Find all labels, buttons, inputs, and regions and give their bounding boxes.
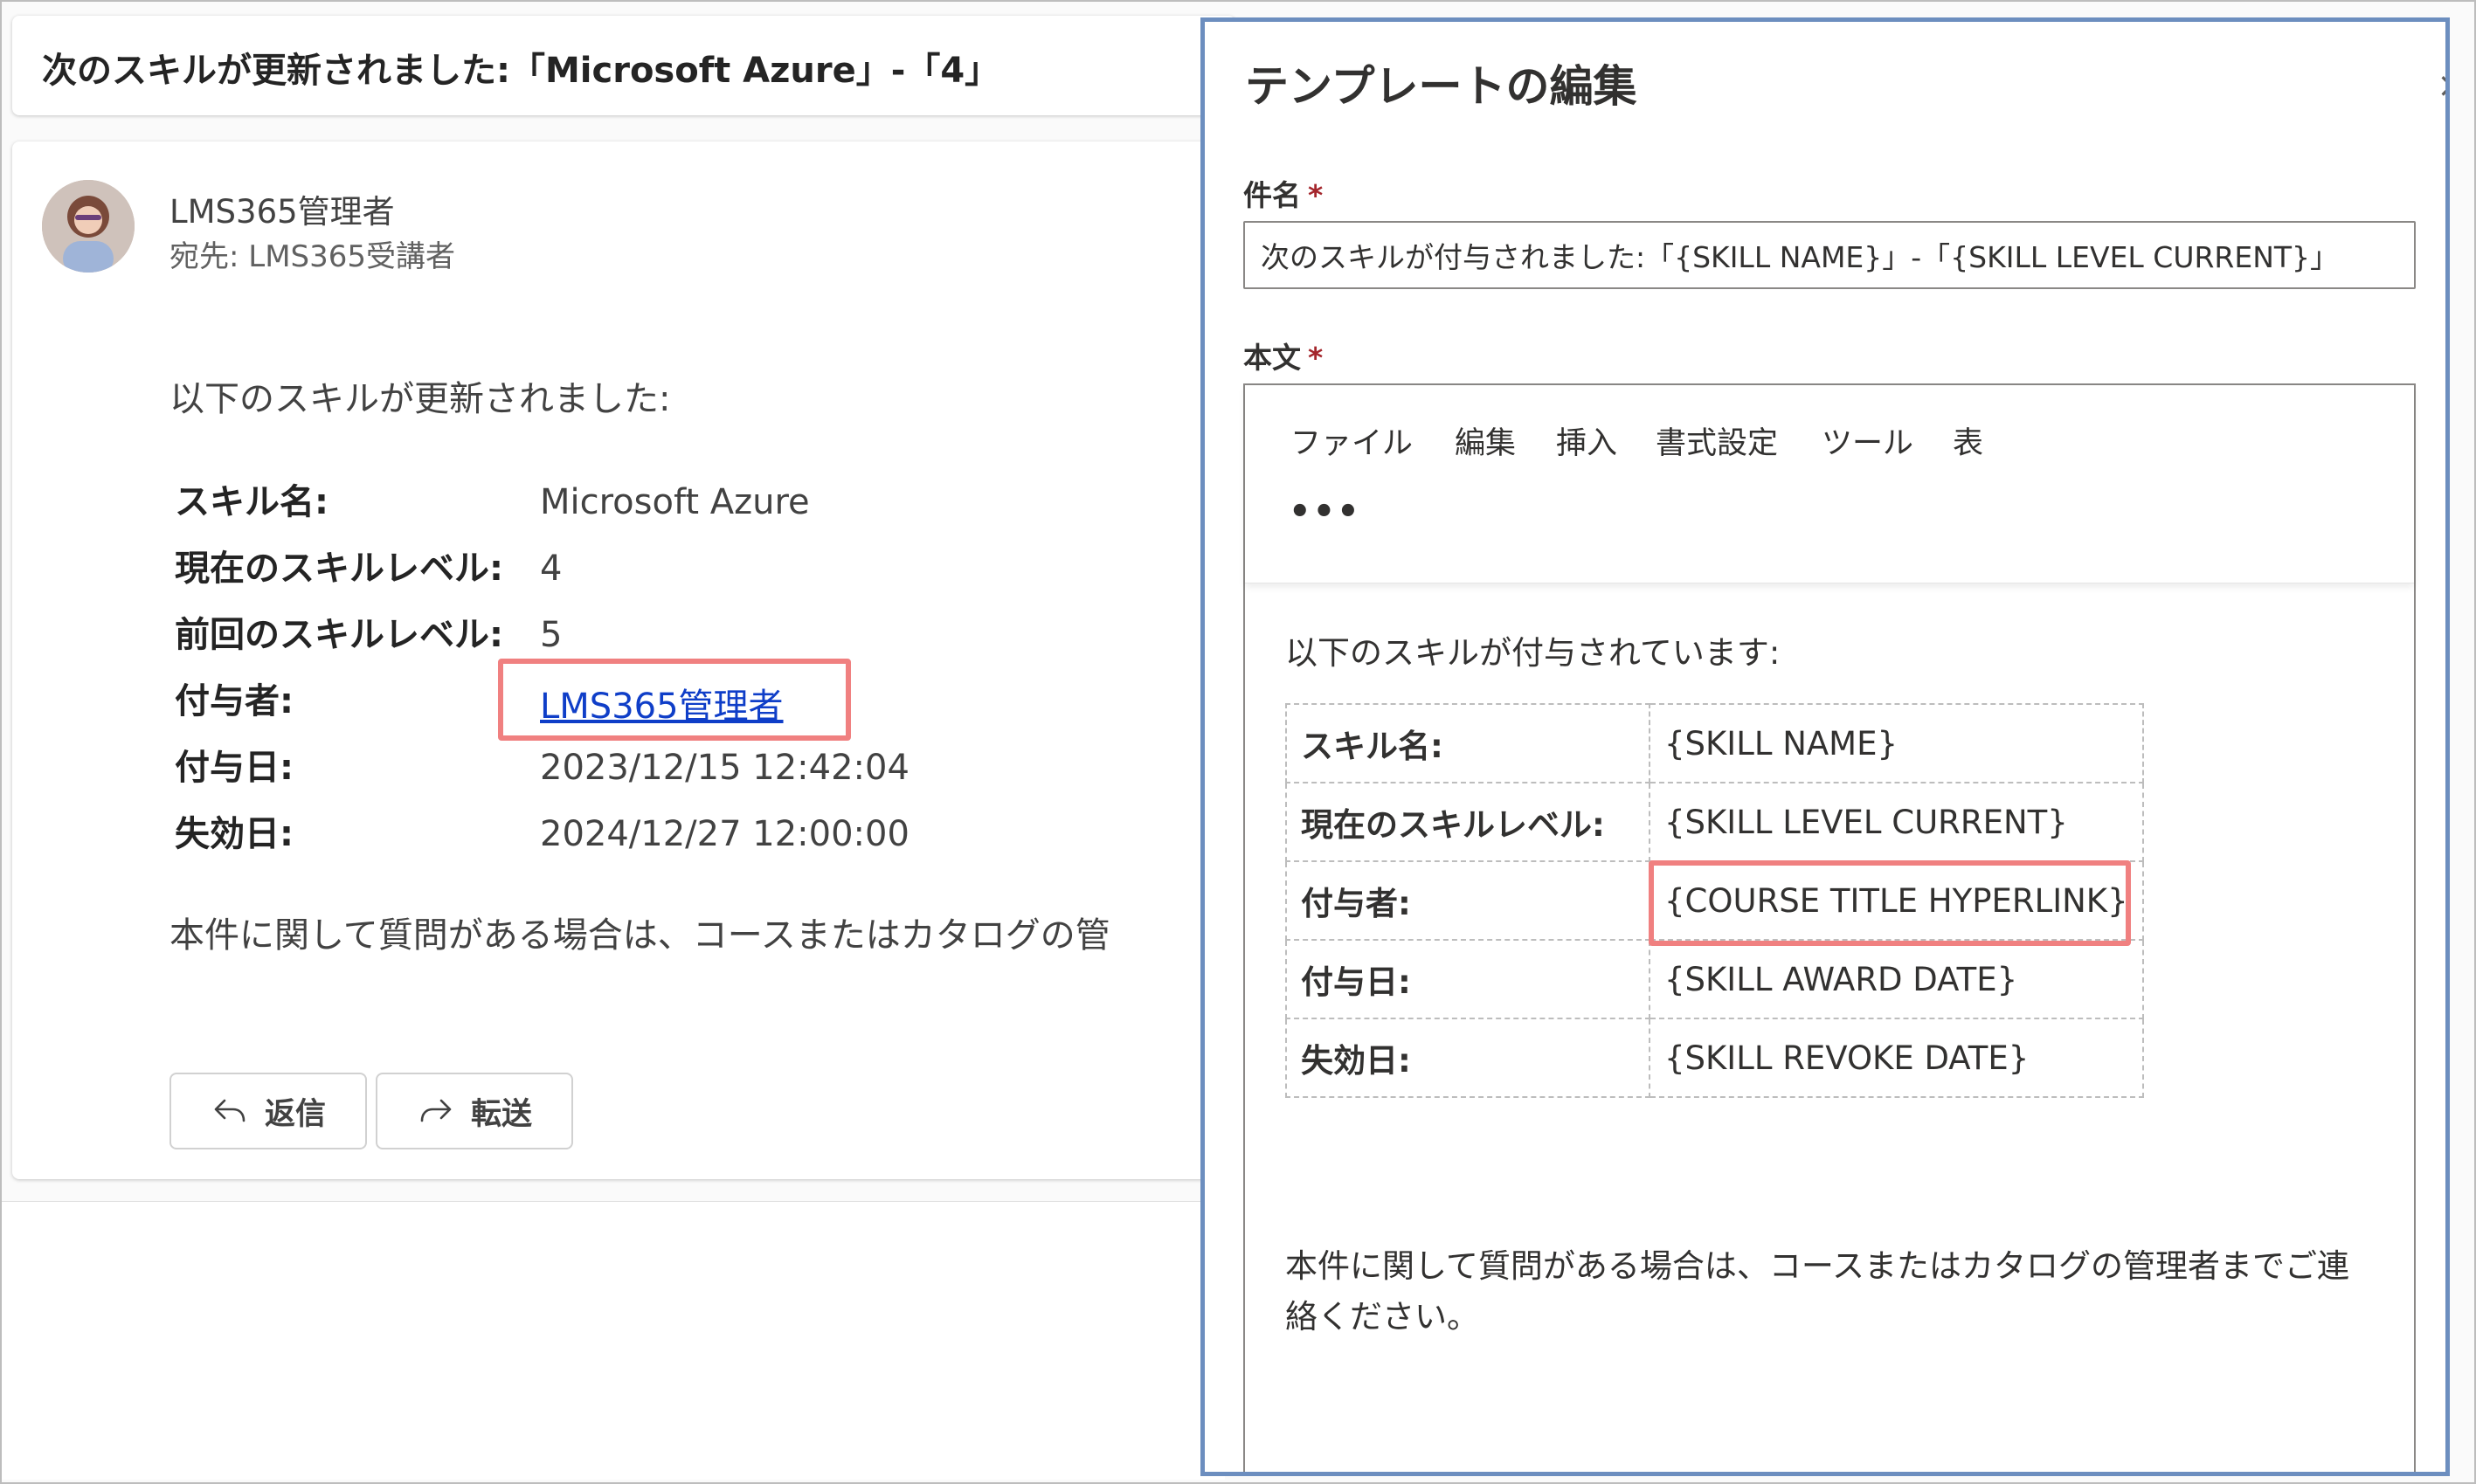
more-options-icon[interactable]: ••• bbox=[1289, 492, 1361, 532]
email-message-card: LMS365管理者 宛先: LMS365受講者 以下のスキルが更新されました: … bbox=[12, 141, 1235, 1179]
reply-label: 返信 bbox=[264, 1096, 326, 1132]
required-mark: * bbox=[1308, 178, 1324, 212]
forward-label: 転送 bbox=[470, 1096, 532, 1132]
field-value-award-date: 2023/12/15 12:42:04 bbox=[540, 748, 909, 788]
table-cell-value: {SKILL AWARD DATE} bbox=[1649, 939, 2144, 1019]
empty-reading-area bbox=[2, 1201, 1225, 1480]
subject-label-text: 件名 bbox=[1243, 178, 1301, 212]
close-icon[interactable]: × bbox=[2437, 66, 2445, 106]
email-intro: 以下のスキルが更新されました: bbox=[169, 379, 671, 419]
reply-icon bbox=[214, 1099, 246, 1122]
table-cell-label: 付与者: bbox=[1285, 860, 1650, 941]
table-cell-value: {SKILL NAME} bbox=[1649, 703, 2144, 783]
menu-format[interactable]: 書式設定 bbox=[1656, 418, 1778, 463]
field-label-granted-by: 付与者: bbox=[175, 681, 294, 721]
table-row: 失効日: {SKILL REVOKE DATE} bbox=[1285, 1018, 2144, 1098]
table-cell-value: {SKILL REVOKE DATE} bbox=[1649, 1018, 2144, 1098]
table-row: スキル名: {SKILL NAME} bbox=[1285, 703, 2144, 783]
body-label-text: 本文 bbox=[1243, 341, 1301, 375]
table-cell-label: 現在のスキルレベル: bbox=[1285, 782, 1650, 862]
menu-file[interactable]: ファイル bbox=[1290, 418, 1413, 463]
hyperlink-placeholder-highlight bbox=[1649, 860, 2131, 946]
field-label-skill-name: スキル名: bbox=[175, 482, 329, 522]
email-subject: 次のスキルが更新されました:「Microsoft Azure」-「4」 bbox=[42, 51, 1000, 91]
menu-edit[interactable]: 編集 bbox=[1455, 418, 1516, 463]
field-value-revoke-date: 2024/12/27 12:00:00 bbox=[540, 814, 909, 854]
forward-icon bbox=[420, 1099, 452, 1122]
subject-field-label: 件名 * bbox=[1243, 172, 1323, 214]
editor-footer: 本件に関して質問がある場合は、コースまたはカタログの管理者までご連絡ください。 bbox=[1285, 1247, 2350, 1336]
editor-toolbar: ファイル 編集 挿入 書式設定 ツール 表 ••• bbox=[1245, 385, 2414, 583]
field-value-skill-name: Microsoft Azure bbox=[540, 482, 810, 522]
sender-name[interactable]: LMS365管理者 bbox=[169, 185, 395, 232]
table-cell-label: スキル名: bbox=[1285, 703, 1650, 783]
avatar[interactable] bbox=[42, 180, 135, 273]
field-value-previous-level: 5 bbox=[540, 615, 563, 655]
body-field-label: 本文 * bbox=[1243, 335, 1323, 376]
table-cell-label: 付与日: bbox=[1285, 939, 1650, 1019]
editor-intro: 以下のスキルが付与されています: bbox=[1285, 634, 1781, 672]
body-editor[interactable]: ファイル 編集 挿入 書式設定 ツール 表 ••• 以下のスキルが付与されていま… bbox=[1243, 383, 2416, 1472]
table-cell-label: 失効日: bbox=[1285, 1018, 1650, 1098]
menu-tools[interactable]: ツール bbox=[1822, 418, 1913, 463]
forward-button[interactable]: 転送 bbox=[376, 1073, 573, 1149]
subject-input[interactable] bbox=[1243, 221, 2416, 289]
table-row: 付与日: {SKILL AWARD DATE} bbox=[1285, 939, 2144, 1019]
menu-insert[interactable]: 挿入 bbox=[1556, 418, 1617, 463]
menu-table[interactable]: 表 bbox=[1953, 418, 1983, 463]
field-label-current-level: 現在のスキルレベル: bbox=[175, 549, 503, 589]
field-label-award-date: 付与日: bbox=[175, 748, 294, 788]
reply-button[interactable]: 返信 bbox=[169, 1073, 367, 1149]
field-label-revoke-date: 失効日: bbox=[175, 814, 294, 854]
email-subject-card: 次のスキルが更新されました:「Microsoft Azure」-「4」 bbox=[12, 16, 1235, 115]
email-footer: 本件に関して質問がある場合は、コースまたはカタログの管 bbox=[169, 915, 1110, 956]
table-cell-value: {SKILL LEVEL CURRENT} bbox=[1649, 782, 2144, 862]
panel-title: テンプレートの編集 bbox=[1245, 61, 1637, 112]
table-row: 現在のスキルレベル: {SKILL LEVEL CURRENT} bbox=[1285, 782, 2144, 862]
field-value-current-level: 4 bbox=[540, 549, 563, 589]
granted-by-highlight bbox=[498, 659, 851, 741]
field-label-previous-level: 前回のスキルレベル: bbox=[175, 615, 503, 655]
template-editor-panel: テンプレートの編集 × 件名* 本文* ファイル 編集 挿入 書式設定 ツール … bbox=[1200, 17, 2450, 1476]
required-mark: * bbox=[1308, 341, 1324, 375]
recipient-line: 宛先: LMS365受講者 bbox=[169, 239, 456, 274]
